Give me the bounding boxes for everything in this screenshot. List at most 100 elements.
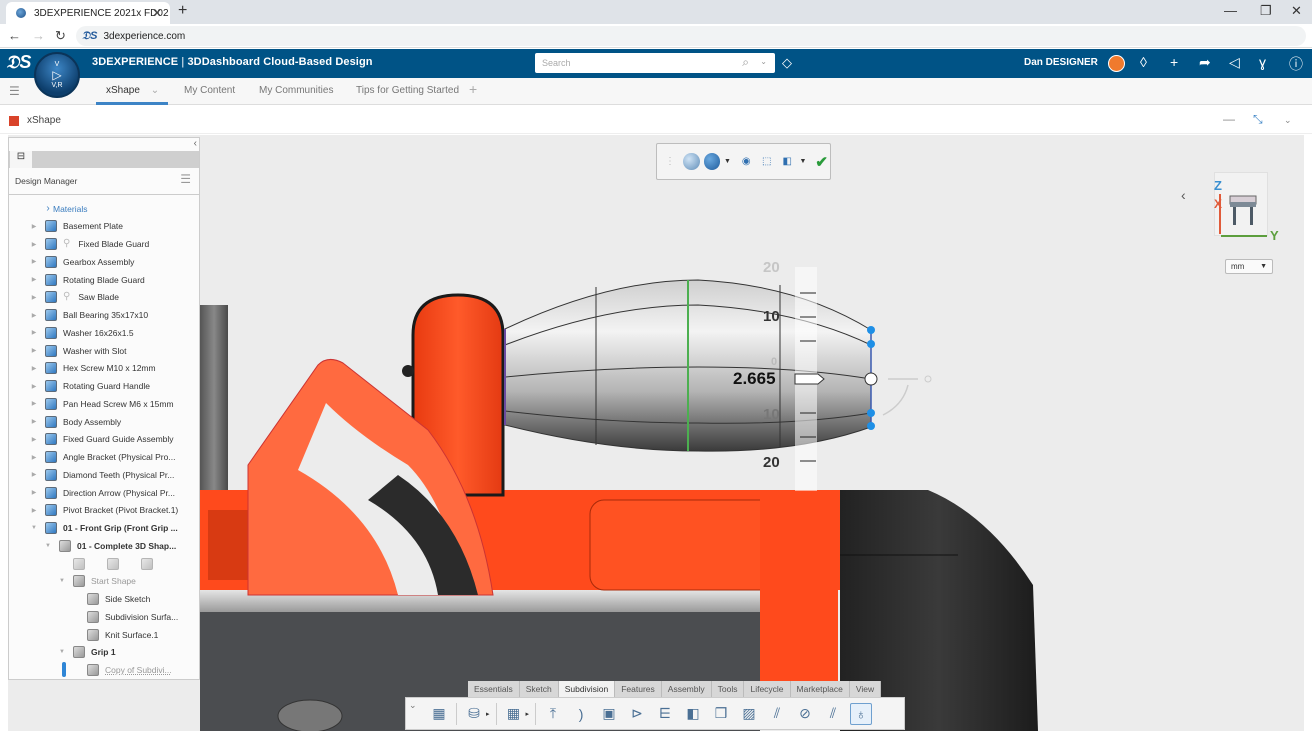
close-tab-icon[interactable]: ✕: [152, 6, 162, 20]
chevron-right-icon[interactable]: ›: [43, 203, 53, 214]
crease-icon[interactable]: ⊳: [626, 703, 648, 725]
tree-item[interactable]: ▶ Ball Bearing 35x17x10: [29, 307, 148, 324]
tree-item[interactable]: ▶ Hex Screw M10 x 12mm: [29, 360, 156, 377]
extrude-icon[interactable]: ⤒: [542, 703, 564, 725]
chevron-left-icon[interactable]: ‹: [1181, 187, 1186, 203]
tree-item[interactable]: Copy of Subdivi...: [71, 662, 172, 679]
window-restore-button[interactable]: ❐: [1260, 3, 1272, 19]
search-input[interactable]: Search ⌕ ⌄: [535, 53, 775, 73]
mirror-icon[interactable]: ⫽: [822, 703, 844, 725]
tree-item[interactable]: ▼ 01 - Front Grip (Front Grip ...: [29, 520, 178, 537]
collapse-panel-icon[interactable]: ‹: [194, 138, 197, 149]
view-mode-dropdown-icon[interactable]: ▼: [724, 158, 731, 165]
user-name[interactable]: Dan DESIGNER: [1024, 57, 1098, 68]
expand-down-icon[interactable]: ▼: [29, 525, 39, 531]
plane-zx-icon[interactable]: [141, 557, 153, 570]
chevron-down-icon[interactable]: ⌄: [151, 85, 159, 96]
minimize-widget-icon[interactable]: —: [1223, 112, 1235, 126]
expand-right-icon[interactable]: ▶: [29, 276, 39, 283]
action-tab-marketplace[interactable]: Marketplace: [790, 681, 850, 697]
compass-button[interactable]: V ▷ V,R: [34, 52, 80, 98]
look-at-icon[interactable]: ◉: [738, 153, 755, 170]
tree-item[interactable]: ▶ Pivot Bracket (Pivot Bracket.1): [29, 502, 178, 519]
apps-icon[interactable]: ɣ: [1259, 54, 1266, 70]
manipulator-end[interactable]: [924, 375, 932, 383]
tree-tab-icon[interactable]: ⊟: [10, 151, 32, 168]
cylinder-icon[interactable]: ⛁: [463, 703, 485, 725]
action-tab-lifecycle[interactable]: Lifecycle: [744, 681, 791, 697]
manipulator-arc[interactable]: [882, 384, 909, 416]
tab-tips[interactable]: Tips for Getting Started: [356, 85, 459, 96]
expand-right-icon[interactable]: ▶: [29, 347, 39, 354]
social-icon[interactable]: ◁: [1229, 54, 1240, 71]
plane-xy-icon[interactable]: [73, 557, 85, 570]
expand-right-icon[interactable]: ▶: [29, 436, 39, 443]
tree-item[interactable]: ▶ Direction Arrow (Physical Pr...: [29, 484, 175, 501]
tab-my-communities[interactable]: My Communities: [259, 85, 333, 96]
expand-right-icon[interactable]: ▶: [29, 383, 39, 390]
grid-icon[interactable]: ▦: [503, 703, 525, 725]
notifications-icon[interactable]: ◊: [1140, 54, 1147, 70]
search-dropdown-icon[interactable]: ⌄: [760, 57, 767, 66]
url-field[interactable]: 𝔇S 3dexperience.com: [76, 26, 1306, 46]
tree-item[interactable]: ▶ Washer with Slot: [29, 342, 126, 359]
manipulator-center[interactable]: [864, 372, 878, 386]
expand-right-icon[interactable]: ▶: [29, 489, 39, 496]
expand-right-icon[interactable]: ▶: [29, 258, 39, 265]
tree-item[interactable]: ▶ Diamond Teeth (Physical Pr...: [29, 466, 174, 483]
remove-icon[interactable]: ▨: [738, 703, 760, 725]
stitch-icon[interactable]: ⫽: [766, 703, 788, 725]
tree-item[interactable]: Knit Surface.1: [71, 626, 158, 643]
tree-item[interactable]: ▶ Fixed Guard Guide Assembly: [29, 431, 174, 448]
bridge-icon[interactable]: ⋿: [654, 703, 676, 725]
tree-item[interactable]: ▶ Angle Bracket (Physical Pro...: [29, 449, 175, 466]
view-mode-icon[interactable]: [703, 153, 721, 170]
tree-item[interactable]: › Materials: [43, 200, 87, 217]
units-select[interactable]: mm ▼: [1225, 259, 1273, 274]
add-tab-button[interactable]: +: [469, 81, 477, 97]
avatar[interactable]: [1108, 55, 1125, 72]
tree-item[interactable]: ▶ Washer 16x26x1.5: [29, 324, 134, 341]
expand-right-icon[interactable]: ▶: [29, 294, 39, 301]
action-tab-assembly[interactable]: Assembly: [661, 681, 712, 697]
action-tab-essentials[interactable]: Essentials: [468, 681, 520, 697]
tree-item[interactable]: ▶ ⚲ Fixed Blade Guard: [29, 236, 149, 253]
window-close-button[interactable]: ✕: [1291, 3, 1302, 19]
view-cube-dropdown-icon[interactable]: ▼: [800, 158, 807, 165]
ds-logo-icon[interactable]: 𝔇S: [6, 52, 31, 73]
tree-item[interactable]: ▶ ⚲ Saw Blade: [29, 289, 119, 306]
3d-model-scene[interactable]: [8, 135, 1304, 731]
expand-right-icon[interactable]: ▶: [29, 454, 39, 461]
symmetry-icon[interactable]: ♁: [850, 702, 873, 725]
forward-button[interactable]: →: [32, 28, 45, 43]
validate-icon[interactable]: ✔: [813, 153, 830, 171]
expand-down-icon[interactable]: ▼: [43, 543, 53, 549]
action-tab-subdivision[interactable]: Subdivision: [558, 681, 616, 697]
3d-viewport[interactable]: [8, 135, 1304, 731]
expand-right-icon[interactable]: ▶: [29, 312, 39, 319]
plane-yz-icon[interactable]: [107, 557, 119, 570]
tree-item[interactable]: Subdivision Surfa...: [71, 608, 178, 625]
expand-down-icon[interactable]: ▼: [57, 578, 67, 584]
share-icon[interactable]: ➦: [1199, 54, 1211, 71]
expand-down-icon[interactable]: ▼: [57, 649, 67, 655]
inset-icon[interactable]: ▣: [598, 703, 620, 725]
widget-menu-chevron-icon[interactable]: ⌄: [1284, 115, 1292, 126]
tool-dropdown-icon[interactable]: ▸: [486, 710, 490, 718]
tree-item[interactable]: Side Sketch: [71, 591, 150, 608]
render-style-icon[interactable]: [683, 153, 700, 170]
expand-right-icon[interactable]: ▶: [29, 471, 39, 478]
tree-item[interactable]: ▶ Gearbox Assembly: [29, 253, 134, 270]
search-icon[interactable]: ⌕: [742, 55, 749, 70]
tool-dropdown-icon[interactable]: ▸: [526, 710, 530, 718]
tree-item[interactable]: ▶ Rotating Guard Handle: [29, 378, 150, 395]
fill-icon[interactable]: ◧: [682, 703, 704, 725]
dashboard-menu-icon[interactable]: ☰: [9, 84, 20, 98]
bend-icon[interactable]: ): [570, 703, 592, 725]
collapse-widget-icon[interactable]: ⤡: [1253, 112, 1263, 127]
add-icon[interactable]: +: [1170, 54, 1178, 70]
sphere-icon[interactable]: ⊘: [794, 703, 816, 725]
tree-item[interactable]: ▶ Pan Head Screw M6 x 15mm: [29, 395, 174, 412]
tree-item[interactable]: ▶ Body Assembly: [29, 413, 121, 430]
tab-xshape[interactable]: xShape ⌄: [106, 85, 159, 96]
